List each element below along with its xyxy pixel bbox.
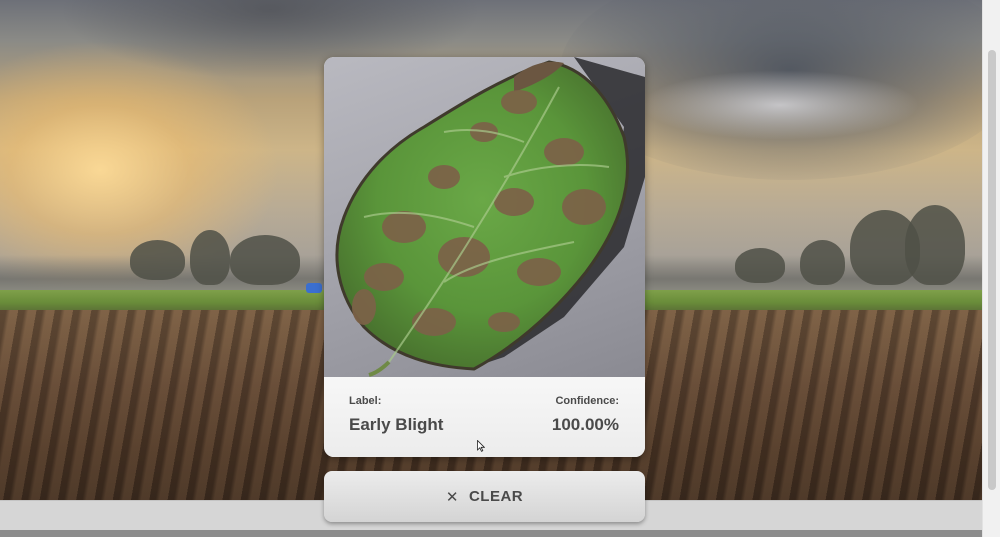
tree-shape (735, 248, 785, 283)
app-viewport: Label: Early Blight Confidence: 100.00% … (0, 0, 1000, 537)
lesion-spot (501, 90, 537, 114)
label-heading: Label: (349, 395, 382, 407)
label-value: Early Blight (349, 415, 444, 434)
lesion-spot (364, 263, 404, 291)
bottom-strip (0, 530, 982, 537)
clear-button-label: CLEAR (468, 488, 524, 505)
close-icon: ✕ (445, 488, 459, 506)
tree-shape (230, 235, 300, 285)
prediction-card: Label: Early Blight Confidence: 100.00% (324, 57, 645, 457)
uploaded-leaf-image (324, 57, 645, 377)
lesion-spot (412, 308, 456, 336)
lesion-spot (544, 138, 584, 166)
tree-shape (190, 230, 230, 285)
tree-shape (130, 240, 185, 280)
lesion-spot (488, 312, 520, 332)
cloud-shape (640, 70, 920, 140)
confidence-heading: Confidence: (555, 395, 619, 407)
tree-shape (905, 205, 965, 285)
lesion-spot (382, 211, 426, 243)
vertical-scrollbar[interactable] (982, 0, 1000, 537)
confidence-value: 100.00% (551, 415, 619, 434)
leaf-stem (368, 360, 391, 377)
lesion-spot (428, 165, 460, 189)
leaf-illustration (335, 57, 645, 377)
mouse-cursor-icon (477, 440, 485, 452)
tree-shape (800, 240, 845, 285)
clear-button[interactable]: ✕ CLEAR (324, 471, 645, 522)
lesion-spot (352, 289, 376, 325)
distant-blue-object (306, 283, 322, 293)
lesion-spot (562, 189, 606, 225)
lesion-spot (517, 258, 561, 286)
scrollbar-thumb[interactable] (988, 50, 996, 490)
